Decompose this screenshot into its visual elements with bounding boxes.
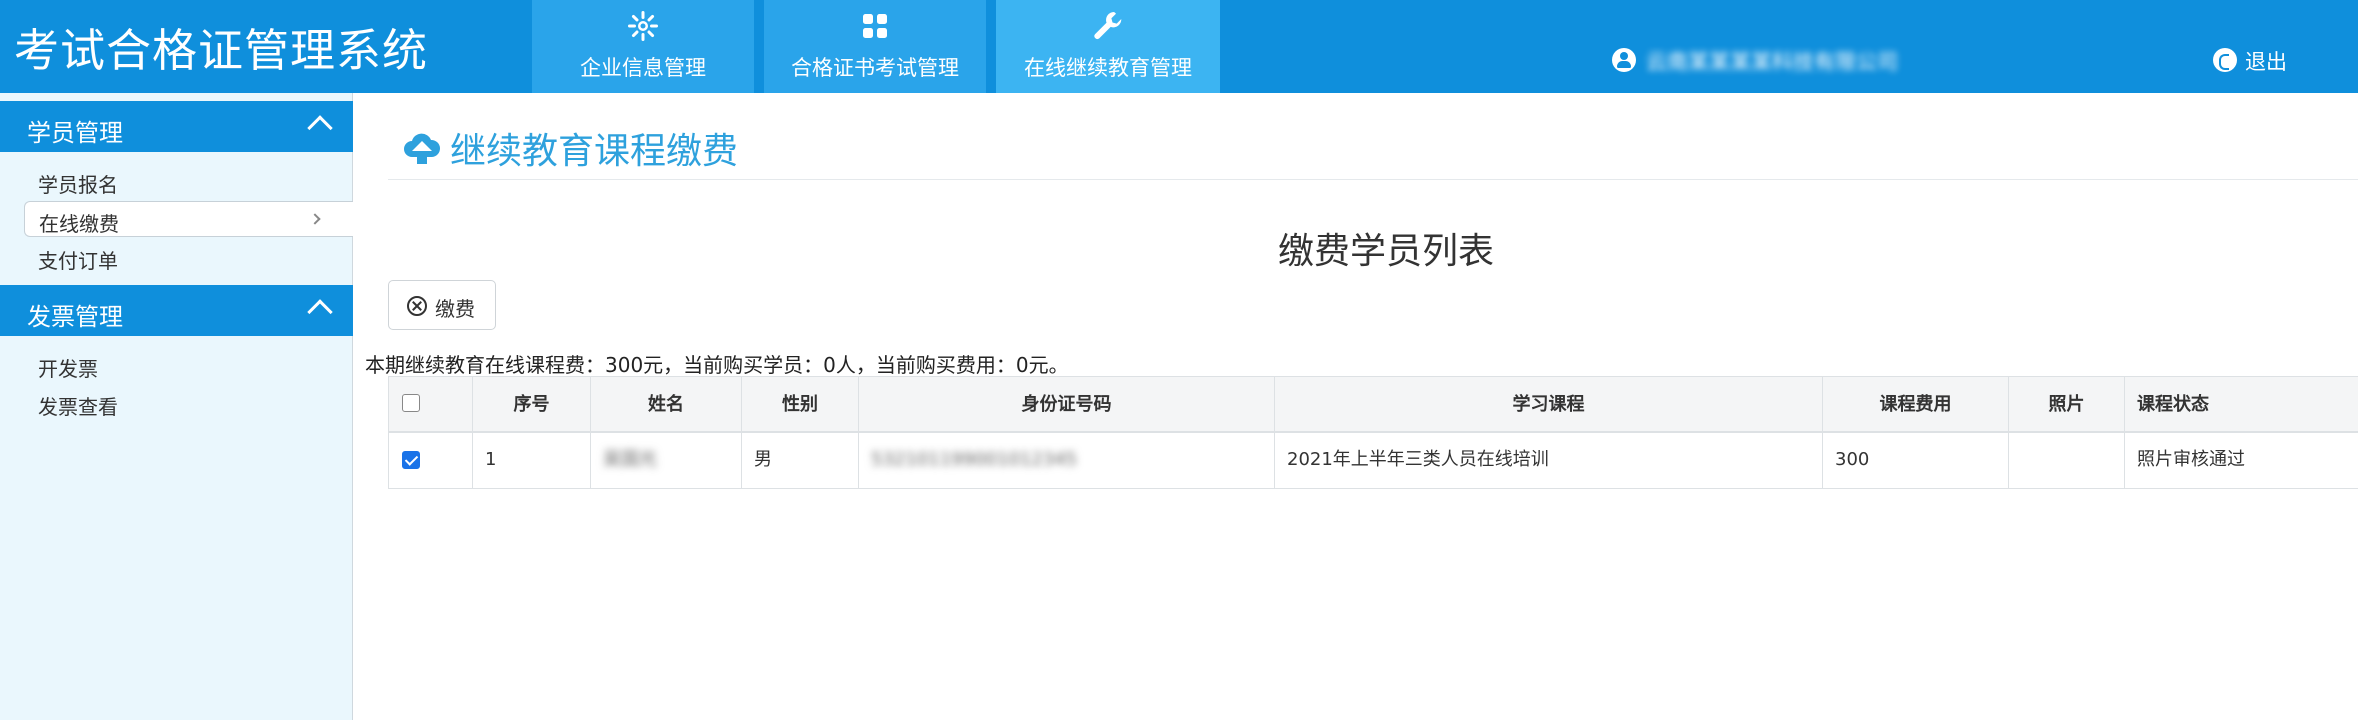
row-select-cell bbox=[388, 433, 472, 488]
page-title: 继续教育课程缴费 bbox=[450, 131, 739, 172]
column-header: 序号 bbox=[472, 377, 590, 431]
sidebar-item-registration[interactable]: 学员报名 bbox=[24, 163, 353, 199]
column-header: 课程费用 bbox=[1822, 377, 2008, 431]
cell-gender: 男 bbox=[741, 433, 858, 488]
sidebar-group-student[interactable]: 学员管理 bbox=[0, 101, 353, 152]
tab-label: 在线继续教育管理 bbox=[1024, 56, 1192, 80]
table-header-row: 序号 姓名 性别 身份证号码 学习课程 课程费用 照片 课程状态 bbox=[388, 376, 2358, 433]
cell-fee: 300 bbox=[1822, 433, 2008, 488]
sidebar-item-orders[interactable]: 支付订单 bbox=[24, 239, 353, 275]
tab-label: 合格证书考试管理 bbox=[791, 56, 959, 80]
cell-index: 1 bbox=[472, 433, 590, 488]
sidebar: 学员管理 学员报名 在线缴费 支付订单 发票管理 开发票 发票查看 bbox=[0, 93, 353, 720]
sidebar-item-label: 发票查看 bbox=[38, 395, 118, 419]
wrench-icon bbox=[1094, 12, 1122, 40]
id-number: 532101199001012345 bbox=[871, 449, 1078, 470]
chevron-up-icon bbox=[307, 115, 333, 141]
column-header: 性别 bbox=[741, 377, 858, 431]
gear-icon bbox=[628, 11, 658, 41]
tab-enterprise-info[interactable]: 企业信息管理 bbox=[532, 0, 754, 93]
tab-label: 企业信息管理 bbox=[580, 56, 706, 80]
logout-icon bbox=[2213, 48, 2237, 72]
cloud-upload-icon bbox=[404, 133, 441, 164]
chevron-right-icon bbox=[309, 213, 321, 225]
sidebar-group-invoice[interactable]: 发票管理 bbox=[0, 285, 353, 336]
sidebar-item-view-invoice[interactable]: 发票查看 bbox=[24, 385, 353, 421]
sidebar-group-label: 学员管理 bbox=[27, 119, 123, 147]
sidebar-item-label: 支付订单 bbox=[38, 249, 118, 273]
grid-icon bbox=[863, 14, 887, 38]
sidebar-item-label: 开发票 bbox=[38, 357, 98, 381]
column-header: 照片 bbox=[2008, 377, 2124, 431]
sidebar-item-issue-invoice[interactable]: 开发票 bbox=[24, 347, 353, 383]
column-header: 课程状态 bbox=[2124, 377, 2358, 431]
sidebar-item-online-payment[interactable]: 在线缴费 bbox=[24, 201, 353, 237]
table-row[interactable]: 1 吴国光 男 532101199001012345 2021年上半年三类人员在… bbox=[388, 433, 2358, 489]
sidebar-group-label: 发票管理 bbox=[27, 303, 123, 331]
row-checkbox[interactable] bbox=[402, 451, 420, 469]
cell-name: 吴国光 bbox=[590, 433, 741, 488]
page-header: 继续教育课程缴费 bbox=[388, 118, 2358, 180]
chevron-up-icon bbox=[307, 299, 333, 325]
pay-button[interactable]: 缴费 bbox=[388, 280, 496, 330]
tab-certificate-exam[interactable]: 合格证书考试管理 bbox=[764, 0, 986, 93]
student-name: 吴国光 bbox=[603, 449, 657, 470]
cell-course: 2021年上半年三类人员在线培训 bbox=[1274, 433, 1822, 488]
column-header: 学习课程 bbox=[1274, 377, 1822, 431]
logout-label: 退出 bbox=[2245, 50, 2287, 74]
cell-id-number: 532101199001012345 bbox=[858, 433, 1274, 488]
fee-summary: 本期继续教育在线课程费：300元，当前购买学员：0人，当前购买费用：0元。 bbox=[365, 353, 1069, 377]
close-circle-icon bbox=[407, 296, 427, 316]
user-name: 云南某某某某科技有限公司 bbox=[1646, 50, 1898, 74]
user-icon bbox=[1612, 48, 1636, 72]
cell-photo bbox=[2008, 433, 2124, 488]
list-title: 缴费学员列表 bbox=[1278, 231, 1495, 272]
app-title: 考试合格证管理系统 bbox=[14, 24, 429, 77]
pay-button-label: 缴费 bbox=[435, 297, 475, 321]
sidebar-item-label: 在线缴费 bbox=[39, 212, 119, 236]
tab-online-education[interactable]: 在线继续教育管理 bbox=[996, 0, 1220, 93]
sidebar-item-label: 学员报名 bbox=[38, 173, 118, 197]
column-header: 身份证号码 bbox=[858, 377, 1274, 431]
top-header: 考试合格证管理系统 企业信息管理 合格证书考试管理 在线继续教育管理 云南某某某… bbox=[0, 0, 2358, 93]
column-header: 姓名 bbox=[590, 377, 741, 431]
select-all-cell bbox=[388, 377, 472, 431]
select-all-checkbox[interactable] bbox=[402, 394, 420, 412]
cell-status: 照片审核通过 bbox=[2124, 433, 2358, 488]
